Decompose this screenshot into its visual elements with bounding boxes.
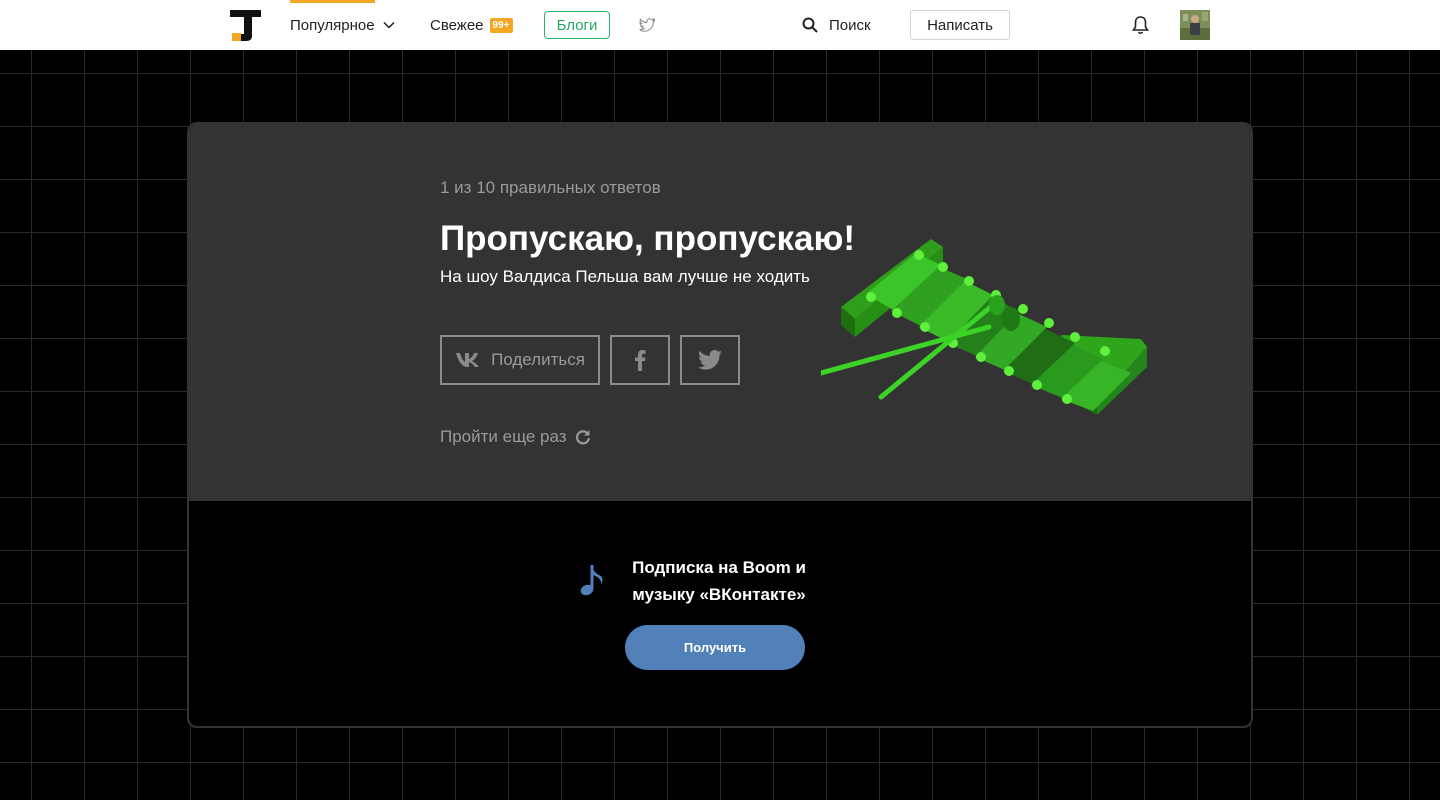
nav-fresh[interactable]: Свежее 99+ xyxy=(430,0,513,50)
user-avatar[interactable] xyxy=(1180,10,1210,40)
avatar-photo xyxy=(1180,10,1210,40)
nav-blogs-button[interactable]: Блоги xyxy=(544,11,610,39)
twitter-icon[interactable] xyxy=(638,16,656,34)
write-button[interactable]: Написать xyxy=(910,10,1010,40)
nav-fresh-label: Свежее xyxy=(430,16,484,34)
xylophone-image xyxy=(821,239,1147,414)
result-subtitle: На шоу Валдиса Пельша вам лучше не ходит… xyxy=(440,267,810,286)
share-vk-label: Поделиться xyxy=(491,350,585,369)
quiz-result-panel: 1 из 10 правильных ответов Пропускаю, пр… xyxy=(189,124,1251,501)
share-twitter-button[interactable] xyxy=(680,335,740,385)
nav-popular-label: Популярное xyxy=(290,16,375,34)
get-subscription-button[interactable]: Получить xyxy=(625,625,805,670)
facebook-icon xyxy=(635,350,646,371)
top-header: Популярное Свежее 99+ Блоги Поиск Написа… xyxy=(0,0,1440,50)
share-vk-button[interactable]: Поделиться xyxy=(440,335,600,385)
quiz-result-card: 1 из 10 правильных ответов Пропускаю, пр… xyxy=(187,122,1253,728)
search-icon xyxy=(802,17,818,33)
nav-popular[interactable]: Популярное xyxy=(290,0,395,50)
search-label: Поиск xyxy=(829,16,871,34)
active-tab-indicator xyxy=(290,0,375,3)
retry-link[interactable]: Пройти еще раз xyxy=(440,427,591,447)
vk-icon xyxy=(456,353,480,367)
refresh-icon xyxy=(575,430,590,445)
tj-logo-icon[interactable] xyxy=(230,10,261,41)
result-title: Пропускаю, пропускаю! xyxy=(440,219,856,258)
share-facebook-button[interactable] xyxy=(610,335,670,385)
fresh-count-badge: 99+ xyxy=(489,17,513,33)
retry-label: Пройти еще раз xyxy=(440,427,567,446)
search-button[interactable]: Поиск xyxy=(802,0,871,50)
music-note-icon xyxy=(580,565,603,596)
promo-text: Подписка на Boom и музыку «ВКонтакте» xyxy=(632,558,806,604)
quiz-score: 1 из 10 правильных ответов xyxy=(440,178,661,197)
chevron-down-icon xyxy=(383,21,395,29)
twitter-icon xyxy=(698,350,722,370)
bell-icon[interactable] xyxy=(1131,15,1150,35)
